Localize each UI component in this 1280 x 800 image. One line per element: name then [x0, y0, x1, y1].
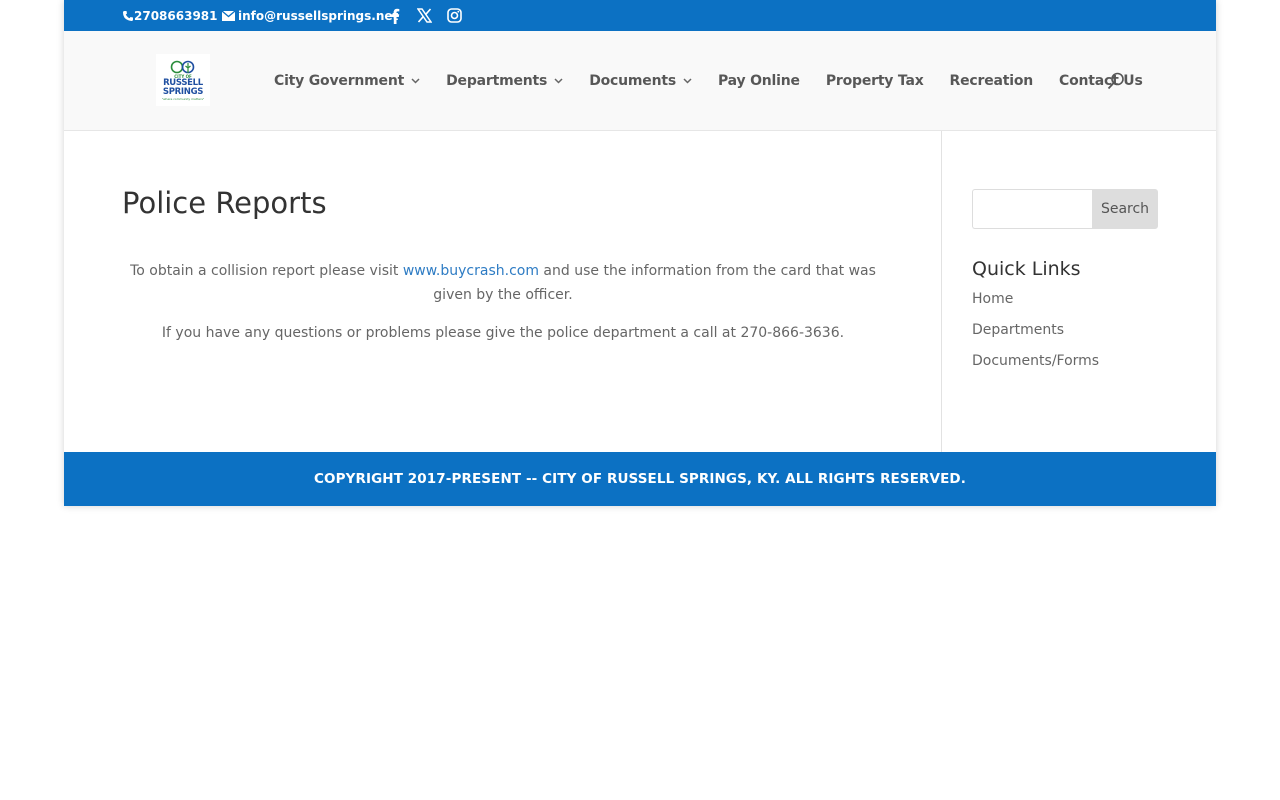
- nav-label: Pay Online: [717, 73, 800, 89]
- quick-link-documents-forms[interactable]: Documents/Forms: [972, 352, 1158, 371]
- quick-links-title: Quick Links: [972, 258, 1081, 280]
- site-header: CITY OF RUSSELL SPRINGS "where community…: [64, 31, 1216, 131]
- sidebar: Search Quick Links Home Departments Docu…: [972, 189, 1158, 371]
- nav-item-contact-us[interactable]: Contact Us: [1059, 73, 1143, 89]
- phone-number: 2708663981: [134, 8, 218, 23]
- nav-label: Contact Us: [1059, 73, 1143, 89]
- main-content: Police Reports To obtain a collision rep…: [64, 131, 941, 452]
- nav-item-pay-online[interactable]: Pay Online: [718, 73, 800, 89]
- nav-item-property-tax[interactable]: Property Tax: [826, 73, 924, 89]
- email-address: info@russellsprings.net: [238, 8, 399, 23]
- contact-paragraph: If you have any questions or problems pl…: [161, 325, 845, 341]
- nav-item-recreation[interactable]: Recreation: [950, 73, 1034, 89]
- site-logo[interactable]: CITY OF RUSSELL SPRINGS "where community…: [156, 54, 210, 106]
- site-footer: COPYRIGHT 2017-PRESENT -- CITY OF RUSSEL…: [64, 452, 1216, 506]
- para1-text-before: To obtain a collision report please visi…: [130, 263, 403, 279]
- quick-link-departments[interactable]: Departments: [972, 321, 1158, 340]
- logo-emblem-icon: [170, 60, 195, 73]
- main-nav: City Government Departments Documents Pa…: [274, 31, 1169, 131]
- collision-report-paragraph: To obtain a collision report please visi…: [122, 259, 884, 307]
- top-bar: 2708663981 info@russellsprings.net: [64, 0, 1216, 31]
- nav-item-documents[interactable]: Documents: [589, 73, 692, 89]
- nav-label: Property Tax: [825, 73, 924, 89]
- nav-label: Documents: [589, 73, 676, 89]
- quick-link-home[interactable]: Home: [972, 290, 1158, 309]
- x-link[interactable]: [417, 0, 432, 31]
- facebook-link[interactable]: [390, 0, 400, 31]
- search-icon[interactable]: [1107, 72, 1125, 90]
- nav-item-city-government[interactable]: City Government: [274, 73, 420, 89]
- buycrash-link[interactable]: www.buycrash.com: [403, 263, 539, 279]
- chevron-down-icon: [411, 78, 420, 84]
- chevron-down-icon: [554, 78, 563, 84]
- sidebar-divider: [941, 131, 942, 452]
- email-link[interactable]: info@russellsprings.net: [222, 0, 398, 31]
- instagram-icon: [447, 8, 462, 23]
- nav-label: Recreation: [949, 73, 1034, 89]
- search-input[interactable]: [972, 189, 1092, 229]
- phone-link[interactable]: 2708663981: [122, 0, 218, 31]
- page-title: Police Reports: [122, 186, 327, 220]
- sidebar-search: Search: [972, 189, 1158, 229]
- nav-label: City Government: [274, 73, 405, 89]
- envelope-icon: [222, 10, 235, 21]
- facebook-icon: [391, 8, 400, 24]
- chevron-down-icon: [683, 78, 692, 84]
- copyright-text: COPYRIGHT 2017-PRESENT -- CITY OF RUSSEL…: [314, 471, 966, 487]
- page-container: 2708663981 info@russellsprings.net CITY …: [64, 0, 1216, 506]
- logo-tagline: "where community matters": [161, 96, 205, 101]
- instagram-link[interactable]: [447, 0, 462, 31]
- nav-label: Departments: [446, 73, 548, 89]
- search-button[interactable]: Search: [1092, 189, 1158, 229]
- x-icon: [417, 8, 432, 23]
- nav-item-departments[interactable]: Departments: [446, 73, 563, 89]
- logo-name-line2: SPRINGS: [162, 86, 204, 97]
- phone-icon: [123, 10, 133, 21]
